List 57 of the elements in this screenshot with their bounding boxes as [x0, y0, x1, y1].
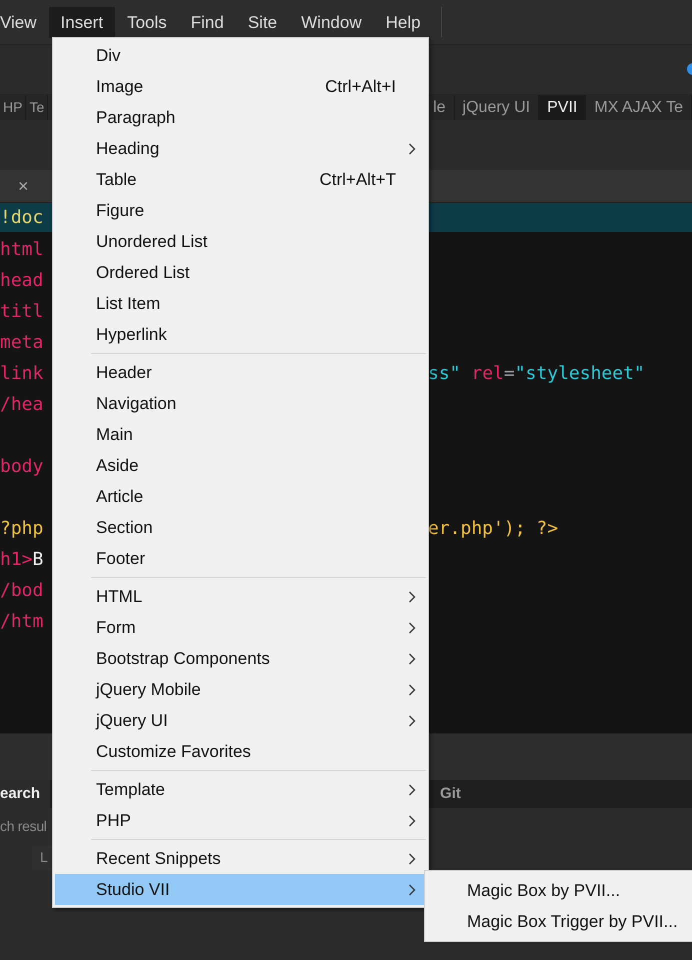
- menu-item[interactable]: Div: [55, 40, 426, 71]
- menu-item[interactable]: Navigation: [55, 388, 426, 419]
- menu-bar-item[interactable]: Find: [178, 6, 236, 38]
- menu-item[interactable]: List Item: [55, 288, 426, 319]
- menu-item[interactable]: Recent Snippets: [55, 843, 426, 874]
- menu-item[interactable]: Heading: [55, 133, 426, 164]
- menu-item[interactable]: HTML: [55, 581, 426, 612]
- menu-item[interactable]: Paragraph: [55, 102, 426, 133]
- code-text: ss" rel="stylesheet": [428, 362, 645, 386]
- shortcut-text: Ctrl+Alt+T: [319, 168, 396, 191]
- code-text: link: [0, 363, 44, 384]
- code-text: html: [0, 239, 44, 260]
- code-text: meta: [0, 332, 44, 353]
- code-text: /htm: [0, 611, 44, 632]
- menu-item[interactable]: Hyperlink: [55, 319, 426, 350]
- menu-item[interactable]: Main: [55, 419, 426, 450]
- code-text: /bod: [0, 580, 44, 601]
- menu-item[interactable]: Unordered List: [55, 226, 426, 257]
- code-text: /hea: [0, 394, 44, 415]
- menu-item[interactable]: Section: [55, 512, 426, 543]
- menu-item[interactable]: Header: [55, 357, 426, 388]
- search-results-text: ch resul: [0, 817, 47, 836]
- menu-item[interactable]: Magic Box Trigger by PVII...: [425, 906, 692, 937]
- menu-item[interactable]: Bootstrap Components: [55, 643, 426, 674]
- menu-bar-item[interactable]: Help: [374, 6, 433, 38]
- menu-item[interactable]: Footer: [55, 543, 426, 574]
- menu-item[interactable]: Aside: [55, 450, 426, 481]
- menu-bar-item[interactable]: Site: [236, 6, 290, 38]
- menu-item[interactable]: Image Ctrl+Alt+I: [55, 71, 426, 102]
- code-text: head: [0, 270, 44, 291]
- code-text: ?php: [0, 518, 44, 539]
- insert-bar-tab[interactable]: PVII: [539, 95, 586, 120]
- code-text: !doc: [0, 207, 44, 228]
- code-text: er.php'); ?>: [428, 517, 558, 541]
- menu-item[interactable]: Magic Box by PVII...: [425, 875, 692, 906]
- panel-tab[interactable]: earch: [0, 780, 50, 808]
- menu-bar-item[interactable]: Tools: [115, 6, 179, 38]
- menu-item[interactable]: Ordered List: [55, 257, 426, 288]
- menu-item[interactable]: Table Ctrl+Alt+T: [55, 164, 426, 195]
- panel-tab[interactable]: Git: [430, 780, 471, 808]
- menu-item[interactable]: Customize Favorites: [55, 736, 426, 767]
- code-text: titl: [0, 301, 44, 322]
- menu-item[interactable]: PHP: [55, 805, 426, 836]
- menu-bar-item[interactable]: Window: [289, 6, 374, 38]
- menu-item[interactable]: Template: [55, 774, 426, 805]
- menu-item[interactable]: Article: [55, 481, 426, 512]
- menu-item[interactable]: jQuery UI: [55, 705, 426, 736]
- close-button[interactable]: ×: [12, 176, 35, 196]
- menu-item[interactable]: jQuery Mobile: [55, 674, 426, 705]
- menu-item[interactable]: Form: [55, 612, 426, 643]
- menu-item[interactable]: Figure: [55, 195, 426, 226]
- code-text: body: [0, 456, 44, 477]
- menu-item[interactable]: Studio VII: [55, 874, 426, 905]
- code-text: h1>B: [0, 549, 44, 570]
- shortcut-text: Ctrl+Alt+I: [325, 76, 396, 98]
- menu-bar-item[interactable]: View: [0, 6, 49, 38]
- menu-bar-item[interactable]: Insert: [48, 6, 116, 38]
